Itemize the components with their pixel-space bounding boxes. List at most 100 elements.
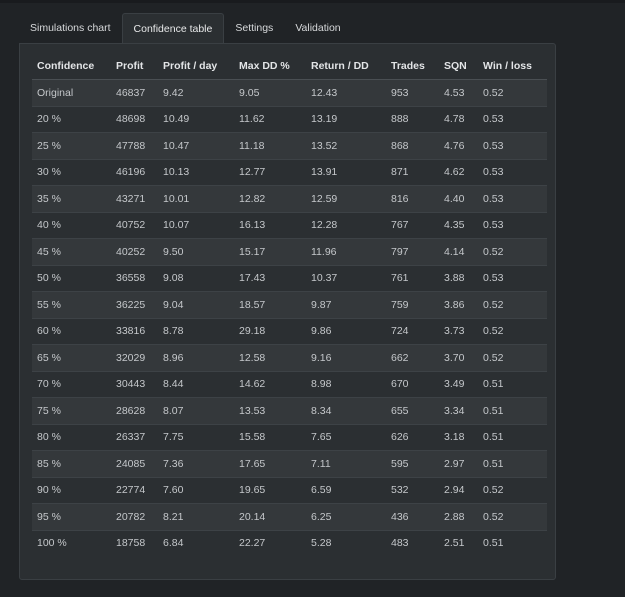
table-row[interactable]: 80 % 26337 7.75 15.58 7.65 626 3.18 0.51: [32, 423, 547, 451]
cell-return-dd: 12.59: [306, 185, 386, 212]
cell-profit-per-day: 6.84: [158, 529, 234, 556]
tab-confidence-table[interactable]: Confidence table: [121, 13, 225, 45]
table-row[interactable]: 75 % 28628 8.07 13.53 8.34 655 3.34 0.51: [32, 397, 547, 424]
cell-trades: 670: [386, 370, 439, 398]
table-row[interactable]: 60 % 33816 8.78 29.18 9.86 724 3.73 0.52: [32, 317, 547, 345]
cell-profit: 24085: [111, 450, 158, 477]
cell-profit-per-day: 7.36: [158, 450, 234, 477]
cell-trades: 761: [386, 264, 439, 292]
cell-max-dd: 20.14: [234, 503, 306, 530]
cell-confidence: 55 %: [32, 291, 111, 318]
cell-profit: 46196: [111, 158, 158, 186]
table-row[interactable]: Original 46837 9.42 9.05 12.43 953 4.53 0.52: [32, 79, 547, 106]
cell-confidence: 35 %: [32, 185, 111, 212]
cell-trades: 724: [386, 317, 439, 345]
cell-win-loss: 0.53: [478, 132, 547, 159]
cell-confidence: 25 %: [32, 132, 111, 159]
table-row[interactable]: 35 % 43271 10.01 12.82 12.59 816 4.40 0.53: [32, 185, 547, 212]
table-row[interactable]: 50 % 36558 9.08 17.43 10.37 761 3.88 0.53: [32, 264, 547, 292]
cell-profit: 30443: [111, 370, 158, 398]
confidence-table: Confidence Profit Profit / day Max DD % …: [32, 53, 547, 556]
column-header-max-dd[interactable]: Max DD %: [234, 53, 306, 80]
cell-profit-per-day: 10.07: [158, 211, 234, 239]
cell-win-loss: 0.51: [478, 397, 547, 424]
cell-profit-per-day: 10.01: [158, 185, 234, 212]
cell-win-loss: 0.52: [478, 344, 547, 371]
column-header-trades[interactable]: Trades: [386, 53, 439, 80]
cell-profit: 26337: [111, 423, 158, 451]
column-header-profit-per-day[interactable]: Profit / day: [158, 53, 234, 80]
column-header-confidence[interactable]: Confidence: [32, 53, 111, 80]
cell-max-dd: 11.18: [234, 132, 306, 159]
cell-max-dd: 12.58: [234, 344, 306, 371]
table-row[interactable]: 30 % 46196 10.13 12.77 13.91 871 4.62 0.53: [32, 158, 547, 186]
cell-profit-per-day: 10.13: [158, 158, 234, 186]
table-row[interactable]: 25 % 47788 10.47 11.18 13.52 868 4.76 0.53: [32, 132, 547, 159]
cell-confidence: 85 %: [32, 450, 111, 477]
cell-max-dd: 19.65: [234, 476, 306, 504]
cell-win-loss: 0.52: [478, 476, 547, 504]
cell-sqn: 4.40: [439, 185, 478, 212]
table-row[interactable]: 100 % 18758 6.84 22.27 5.28 483 2.51 0.51: [32, 529, 547, 556]
cell-sqn: 2.51: [439, 529, 478, 556]
cell-trades: 532: [386, 476, 439, 504]
cell-max-dd: 16.13: [234, 211, 306, 239]
column-header-return-dd[interactable]: Return / DD: [306, 53, 386, 80]
cell-max-dd: 11.62: [234, 105, 306, 133]
cell-win-loss: 0.53: [478, 158, 547, 186]
table-row[interactable]: 40 % 40752 10.07 16.13 12.28 767 4.35 0.53: [32, 211, 547, 239]
cell-trades: 655: [386, 397, 439, 424]
cell-profit-per-day: 8.96: [158, 344, 234, 371]
table-row[interactable]: 85 % 24085 7.36 17.65 7.11 595 2.97 0.51: [32, 450, 547, 477]
cell-return-dd: 8.98: [306, 370, 386, 398]
cell-return-dd: 5.28: [306, 529, 386, 556]
cell-return-dd: 10.37: [306, 264, 386, 292]
table-body: Original 46837 9.42 9.05 12.43 953 4.53 0.52 20 …: [32, 79, 547, 556]
cell-sqn: 3.18: [439, 423, 478, 451]
cell-max-dd: 9.05: [234, 79, 306, 106]
cell-trades: 483: [386, 529, 439, 556]
cell-trades: 595: [386, 450, 439, 477]
cell-confidence: Original: [32, 79, 111, 106]
cell-profit-per-day: 7.60: [158, 476, 234, 504]
cell-profit: 36225: [111, 291, 158, 318]
cell-profit: 20782: [111, 503, 158, 530]
cell-profit-per-day: 9.42: [158, 79, 234, 106]
cell-confidence: 95 %: [32, 503, 111, 530]
table-row[interactable]: 90 % 22774 7.60 19.65 6.59 532 2.94 0.52: [32, 476, 547, 504]
cell-confidence: 50 %: [32, 264, 111, 292]
cell-sqn: 3.88: [439, 264, 478, 292]
cell-confidence: 90 %: [32, 476, 111, 504]
cell-trades: 797: [386, 238, 439, 265]
cell-trades: 626: [386, 423, 439, 451]
table-row[interactable]: 55 % 36225 9.04 18.57 9.87 759 3.86 0.52: [32, 291, 547, 318]
table-row[interactable]: 95 % 20782 8.21 20.14 6.25 436 2.88 0.52: [32, 503, 547, 530]
table-row[interactable]: 65 % 32029 8.96 12.58 9.16 662 3.70 0.52: [32, 344, 547, 371]
tab-simulations-chart[interactable]: Simulations chart: [19, 14, 122, 42]
table-row[interactable]: 70 % 30443 8.44 14.62 8.98 670 3.49 0.51: [32, 370, 547, 398]
cell-sqn: 3.34: [439, 397, 478, 424]
cell-max-dd: 17.43: [234, 264, 306, 292]
cell-sqn: 2.94: [439, 476, 478, 504]
cell-max-dd: 12.82: [234, 185, 306, 212]
column-header-profit[interactable]: Profit: [111, 53, 158, 80]
table-row[interactable]: 45 % 40252 9.50 15.17 11.96 797 4.14 0.52: [32, 238, 547, 265]
cell-return-dd: 7.11: [306, 450, 386, 477]
column-header-sqn[interactable]: SQN: [439, 53, 478, 80]
cell-win-loss: 0.51: [478, 450, 547, 477]
cell-profit-per-day: 10.49: [158, 105, 234, 133]
cell-return-dd: 12.28: [306, 211, 386, 239]
tab-settings[interactable]: Settings: [224, 14, 284, 42]
tab-validation[interactable]: Validation: [284, 14, 351, 42]
cell-profit-per-day: 8.07: [158, 397, 234, 424]
column-header-win-loss[interactable]: Win / loss: [478, 53, 547, 80]
cell-return-dd: 9.16: [306, 344, 386, 371]
cell-profit: 22774: [111, 476, 158, 504]
table-row[interactable]: 20 % 48698 10.49 11.62 13.19 888 4.78 0.53: [32, 105, 547, 133]
cell-profit: 46837: [111, 79, 158, 106]
cell-confidence: 80 %: [32, 423, 111, 451]
cell-profit: 47788: [111, 132, 158, 159]
cell-max-dd: 12.77: [234, 158, 306, 186]
cell-trades: 871: [386, 158, 439, 186]
cell-confidence: 70 %: [32, 370, 111, 398]
